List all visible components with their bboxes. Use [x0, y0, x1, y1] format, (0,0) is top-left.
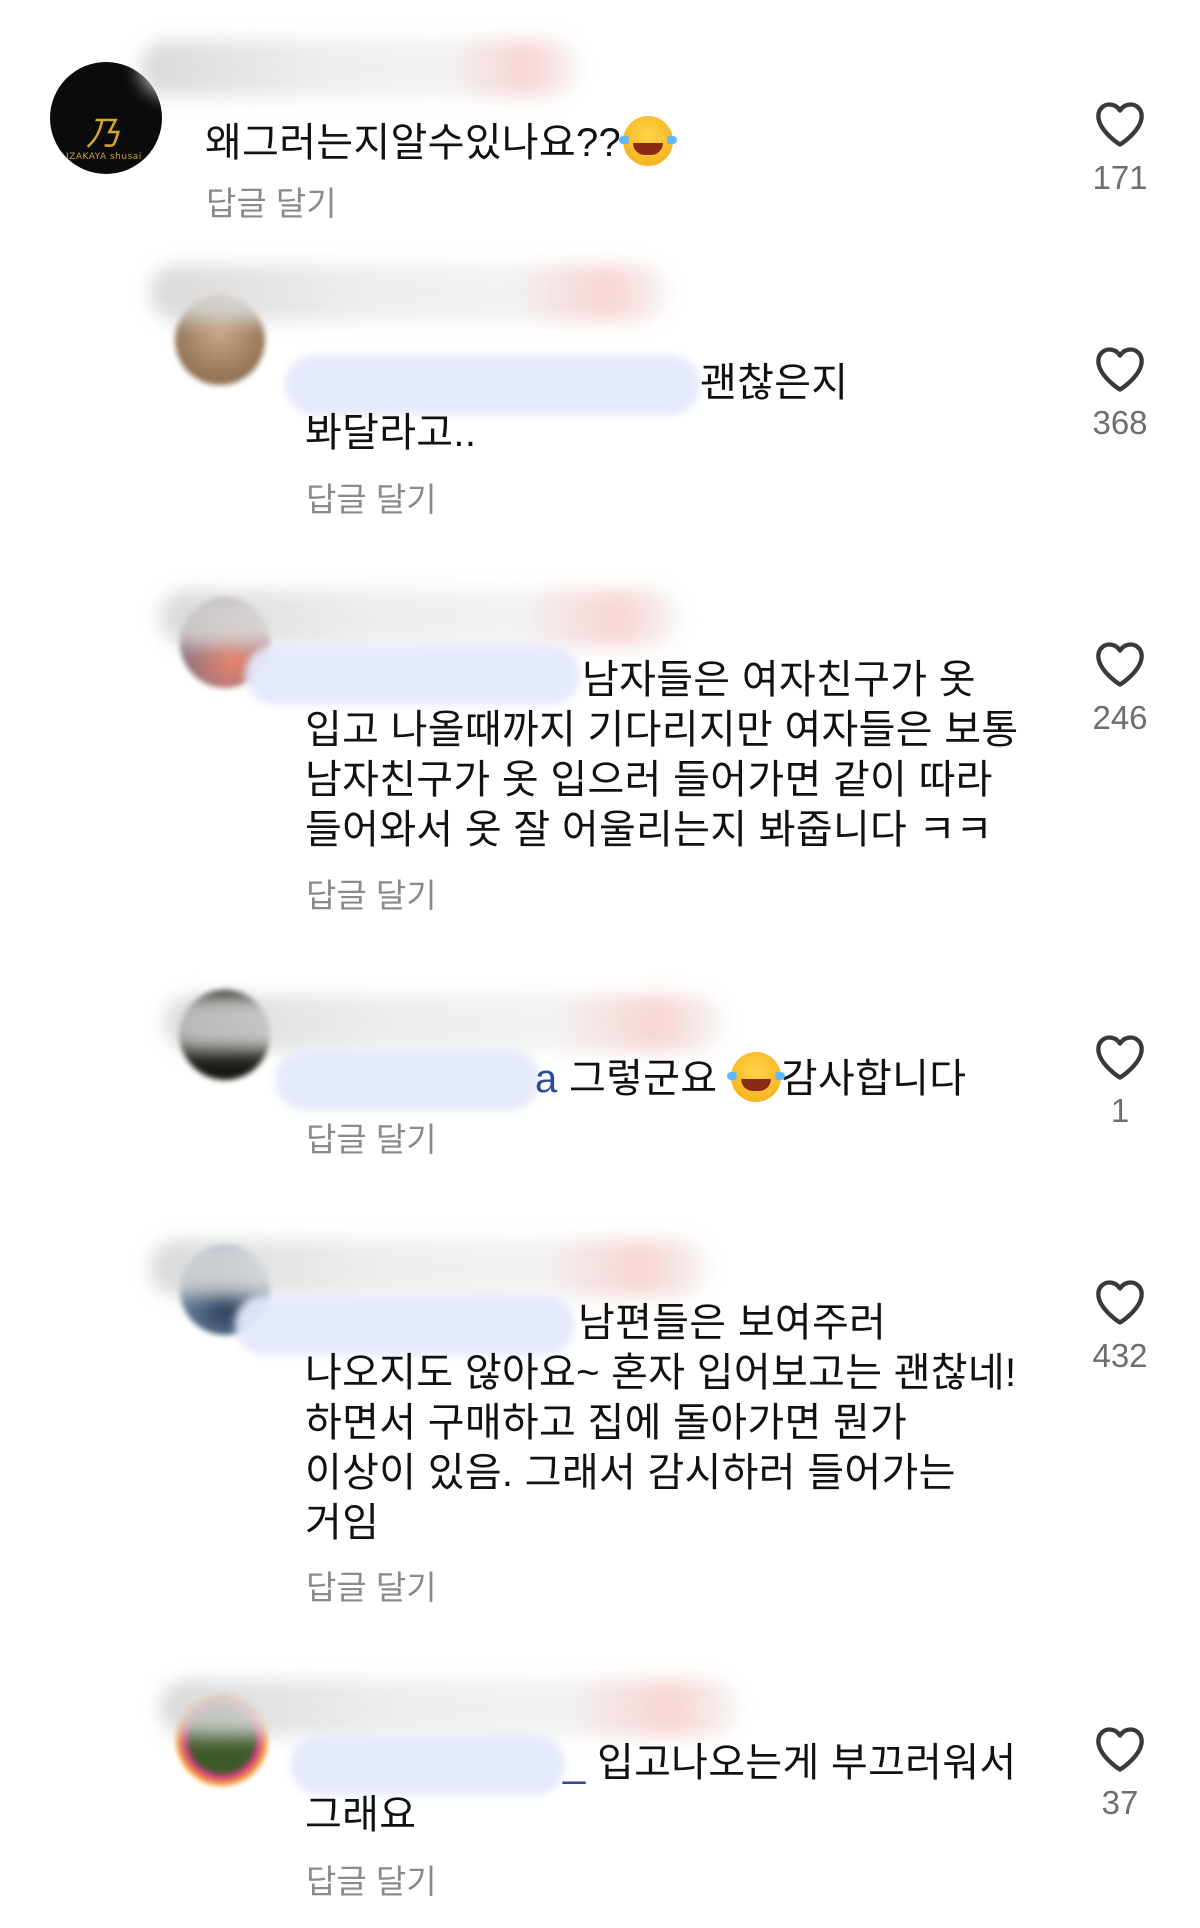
like-count: 1 [1110, 1092, 1130, 1129]
heart-icon[interactable] [1094, 640, 1146, 688]
heart-icon[interactable] [1094, 1278, 1146, 1326]
comment-text-body: 감사합니다 [780, 1057, 967, 1101]
avatar-caption: IZAKAYA shusai [66, 152, 142, 162]
like-button[interactable]: 37 [1080, 1725, 1160, 1823]
comment-line: 거임 [305, 1501, 380, 1545]
heart-icon[interactable] [1094, 1725, 1146, 1773]
comment-line: 들어와서 옷 잘 어울리는지 봐줍니다 ㅋㅋ [305, 808, 993, 852]
avatar-logo-icon: 乃 [86, 114, 120, 154]
username-redacted [150, 265, 670, 321]
mention-redacted[interactable] [275, 1050, 540, 1110]
comment-text: 왜그러는지알수있나요?? [205, 116, 678, 168]
comment-line: 남자들은 여자친구가 옷 [582, 658, 976, 702]
comment-text-body: 입고나오는게 부끄러워서 [596, 1741, 1017, 1785]
username-redacted [160, 590, 680, 646]
username-redacted [160, 1680, 740, 1736]
comment-line: 남편들은 보여주러 [578, 1301, 887, 1345]
reply-button[interactable]: 답글 달기 [206, 184, 337, 224]
comment-text: a 그렇군요 감사합니다 [535, 1052, 966, 1104]
comment-text-body: 왜그러는지알수있나요?? [205, 121, 622, 165]
laughing-emoji-icon [619, 116, 678, 166]
username-redacted [150, 1240, 710, 1296]
mention-redacted[interactable] [285, 355, 700, 415]
comment-line: 그래요 [305, 1793, 417, 1837]
like-button[interactable]: 1 [1080, 1033, 1160, 1131]
comment-line: 나오지도 않아요~ 혼자 입어보고는 괜찮네! [305, 1351, 1017, 1395]
heart-icon[interactable] [1094, 1033, 1146, 1081]
like-button[interactable]: 432 [1080, 1278, 1160, 1376]
reply-button[interactable]: 답글 달기 [306, 480, 437, 520]
mention-redacted[interactable] [235, 1295, 575, 1355]
comment-text-body: 그렇군요 [568, 1057, 718, 1101]
mention-tail[interactable]: a [535, 1057, 558, 1101]
like-button[interactable]: 246 [1080, 640, 1160, 738]
heart-icon[interactable] [1094, 100, 1146, 148]
reply-button[interactable]: 답글 달기 [306, 1120, 437, 1160]
like-button[interactable]: 171 [1080, 100, 1160, 198]
like-count: 432 [1092, 1337, 1148, 1374]
comment-line: 괜찮은지 [700, 361, 849, 405]
reply-button[interactable]: 답글 달기 [306, 1862, 437, 1902]
like-count: 171 [1092, 159, 1148, 196]
heart-icon[interactable] [1094, 345, 1146, 393]
laughing-emoji-icon [726, 1052, 785, 1102]
mention-tail[interactable]: _ [563, 1741, 586, 1785]
comment-line: 남자친구가 옷 입으러 들어가면 같이 따라 [305, 758, 993, 802]
comment-line: 이상이 있음. 그래서 감시하러 들어가는 [305, 1451, 956, 1495]
comment-text: _ 입고나오는게 부끄러워서 [563, 1738, 1016, 1788]
mention-redacted[interactable] [245, 645, 580, 705]
comment-line: 하면서 구매하고 집에 돌아가면 뭔가 [305, 1401, 908, 1445]
reply-button[interactable]: 답글 달기 [306, 1568, 437, 1608]
username-redacted [165, 995, 725, 1051]
like-count: 368 [1092, 404, 1148, 441]
comment-line: 입고 나올때까지 기다리지만 여자들은 보통 [305, 708, 1019, 752]
username-redacted [140, 40, 580, 96]
mention-redacted[interactable] [290, 1735, 565, 1795]
like-count: 37 [1101, 1784, 1139, 1821]
reply-button[interactable]: 답글 달기 [306, 876, 437, 916]
like-button[interactable]: 368 [1080, 345, 1160, 443]
like-count: 246 [1092, 699, 1148, 736]
comment-line: 봐달라고.. [305, 411, 477, 455]
